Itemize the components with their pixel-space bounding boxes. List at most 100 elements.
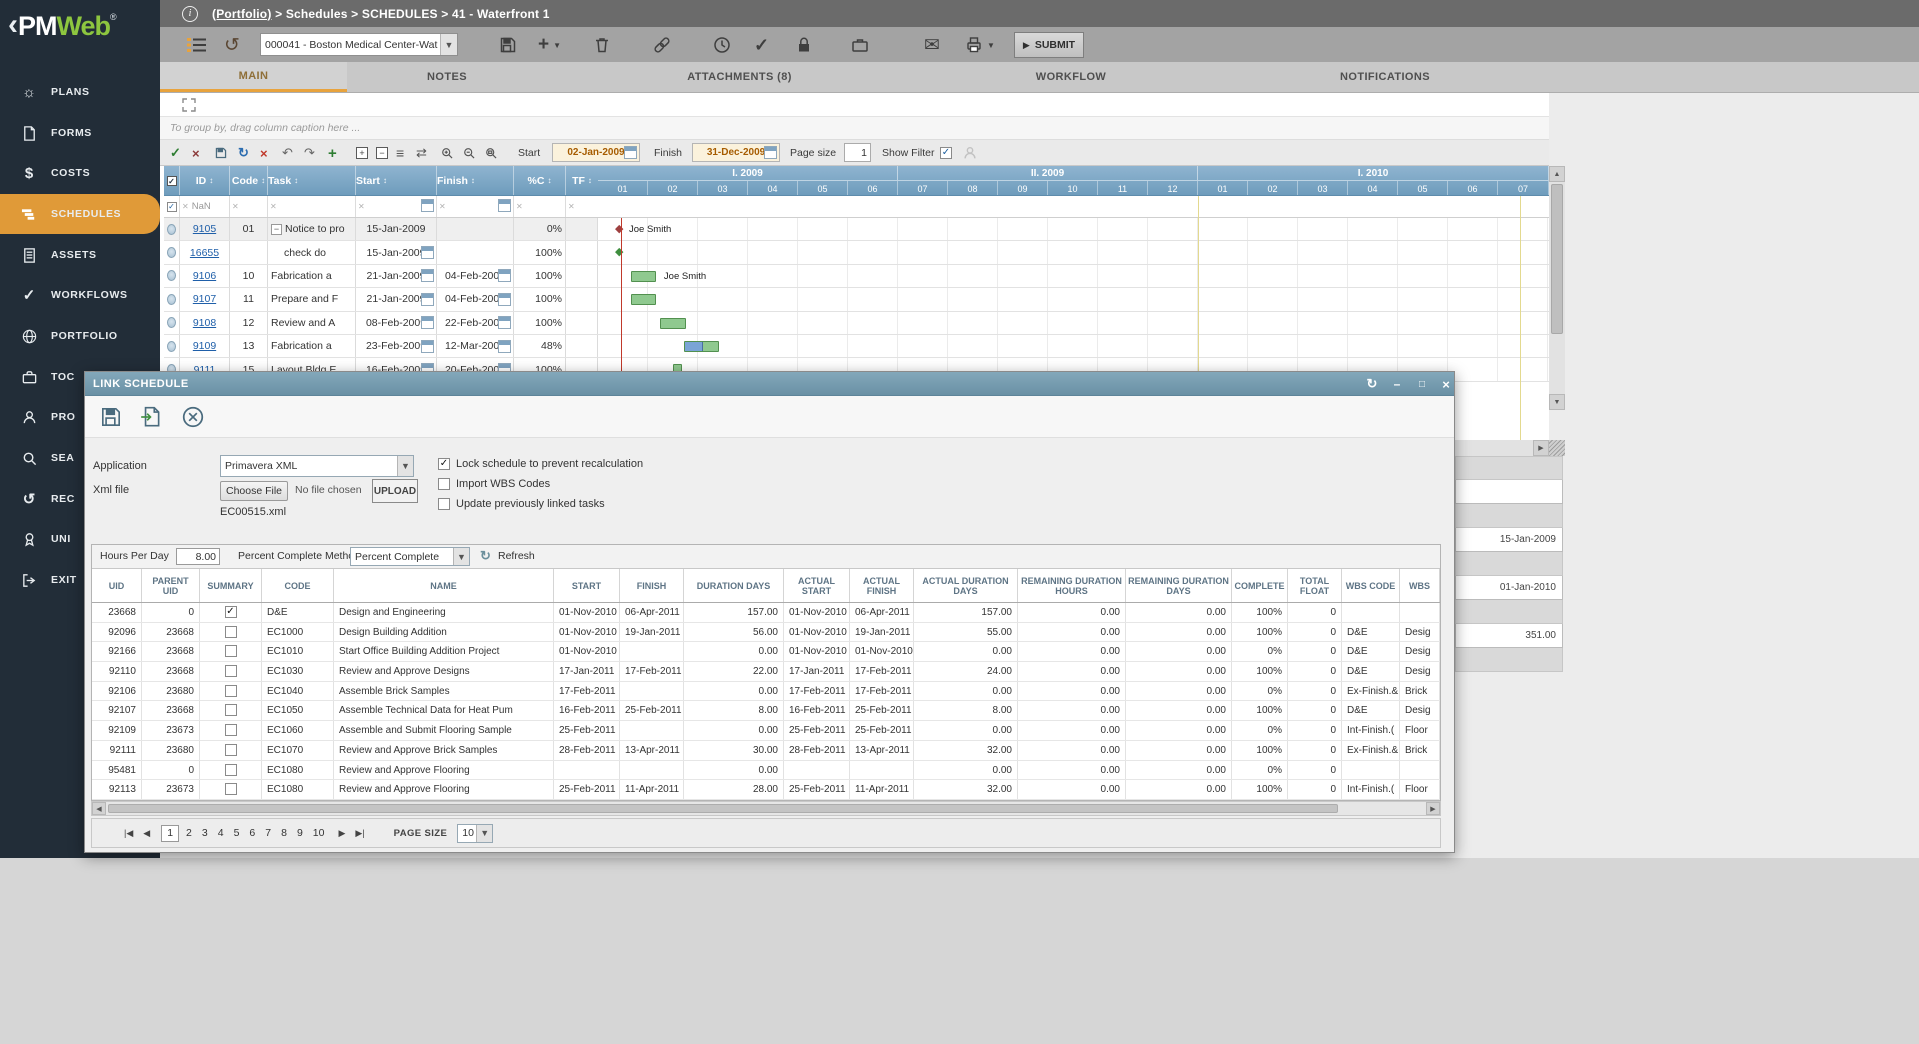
filter-checkbox[interactable]: ✓ [164,196,180,217]
clear-filter-icon[interactable]: ✕ [439,202,446,211]
task-id-link[interactable]: 9109 [193,340,216,352]
undo-icon[interactable]: ↶ [282,144,293,162]
calendar-icon[interactable] [498,269,511,282]
page-size-select[interactable]: 10 ▼ [457,824,493,843]
calendar-icon[interactable] [421,293,434,306]
sidebar-item-portfolio[interactable]: PORTFOLIO [0,316,160,356]
sidebar-item-costs[interactable]: $ COSTS [0,153,160,193]
tab-notes[interactable]: NOTES [347,62,547,92]
gantt-milestone[interactable]: ◆ [615,218,623,240]
zoom-region-icon[interactable] [484,144,498,162]
summary-checkbox[interactable]: ✓ [225,606,237,618]
record-select[interactable]: 000041 - Boston Medical Center-Wat ▼ [260,33,458,56]
save-icon[interactable] [214,144,228,162]
column-header[interactable]: ACTUAL DURATION DAYS [914,569,1018,602]
scroll-left-icon[interactable]: ◀ [92,802,106,815]
hours-per-day-input[interactable]: 8.00 [176,548,220,565]
row-handle-icon[interactable] [167,294,176,305]
lock-schedule-checkbox[interactable]: ✓Lock schedule to prevent recalculation [438,458,643,470]
page-number[interactable]: 3 [199,827,211,839]
link-schedule-row[interactable]: 9211023668EC1030Review and Approve Desig… [92,662,1440,682]
column-header[interactable]: ACTUAL START [784,569,850,602]
page-number[interactable]: 10 [310,827,328,839]
refresh-icon[interactable]: ↻ [480,549,494,563]
scroll-up-icon[interactable]: ▲ [1549,166,1565,182]
filter-tf[interactable]: ✕ [566,196,598,217]
delete-icon[interactable] [592,34,612,56]
expand-all-icon[interactable]: + [356,144,368,162]
summary-checkbox[interactable] [225,704,237,716]
link-schedule-row[interactable]: 9210623680EC1040Assemble Brick Samples17… [92,682,1440,702]
summary-checkbox[interactable] [225,764,237,776]
column-header[interactable]: PARENT UID [142,569,200,602]
submit-button[interactable]: ▶ SUBMIT [1014,32,1084,58]
task-id-link[interactable]: 9108 [193,317,216,329]
add-icon[interactable]: +▼ [538,34,561,56]
filter-code[interactable]: ✕ [230,196,268,217]
collapse-all-icon[interactable]: − [376,144,388,162]
summary-checkbox[interactable] [225,783,237,795]
page-number[interactable]: 6 [246,827,258,839]
filter-task[interactable]: ✕ [268,196,356,217]
last-page-icon[interactable]: ▶| [355,828,364,839]
scroll-down-icon[interactable]: ▼ [1549,394,1565,410]
clear-filter-icon[interactable]: ✕ [182,202,189,211]
page-size-input[interactable]: 1 [844,143,871,162]
column-header-code[interactable]: Code↕ [230,166,268,195]
calendar-icon[interactable] [498,340,511,353]
export-icon[interactable] [139,405,163,429]
first-page-icon[interactable]: |◀ [124,828,133,839]
link-icon[interactable] [652,34,672,56]
column-header[interactable]: NAME [334,569,554,602]
scroll-right-icon[interactable]: ▶ [1533,440,1549,456]
gantt-milestone[interactable]: ◆ [615,241,623,263]
page-number[interactable]: 4 [215,827,227,839]
link-schedule-row[interactable]: 9211323673EC1080Review and Approve Floor… [92,780,1440,800]
folder-icon[interactable] [850,34,870,56]
resize-grip[interactable] [1549,440,1565,456]
minimize-icon[interactable]: – [1389,376,1405,392]
column-header-finish[interactable]: Finish↕ [437,166,514,195]
accept-icon[interactable]: ✓ [170,144,181,162]
clear-filter-icon[interactable]: ✕ [232,202,239,211]
refresh-icon[interactable]: ↻ [238,144,249,162]
column-header[interactable]: WBS [1400,569,1440,602]
sidebar-item-workflows[interactable]: ✓ WORKFLOWS [0,275,160,315]
history-icon[interactable]: ↺ [224,34,240,56]
print-icon[interactable]: ▼ [964,34,995,56]
prev-page-icon[interactable]: ◀ [143,828,150,839]
row-handle-icon[interactable] [167,224,176,235]
dialog-refresh-icon[interactable]: ↻ [1364,376,1380,392]
column-header-tf[interactable]: TF↕ [566,166,598,195]
task-id-link[interactable]: 9106 [193,270,216,282]
gantt-bar[interactable] [631,271,656,282]
percent-complete-method-select[interactable]: Percent Complete ▼ [350,547,470,566]
column-header[interactable]: START [554,569,620,602]
cancel-icon[interactable]: × [192,144,200,162]
mail-icon[interactable]: ✉ [924,34,940,56]
calendar-icon[interactable] [498,199,511,212]
link-schedule-row[interactable]: 9209623668EC1000Design Building Addition… [92,623,1440,643]
column-header-start[interactable]: Start↕ [356,166,437,195]
column-header[interactable]: WBS CODE [1342,569,1400,602]
clear-filter-icon[interactable]: ✕ [516,202,523,211]
page-number[interactable]: 9 [294,827,306,839]
link-schedule-row[interactable]: 9210923673EC1060Assemble and Submit Floo… [92,721,1440,741]
next-page-icon[interactable]: ▶ [338,828,345,839]
scroll-right-icon[interactable]: ▶ [1426,802,1440,815]
tab-workflow[interactable]: WORKFLOW [932,62,1210,92]
page-number[interactable]: 1 [161,825,179,842]
calendar-icon[interactable] [421,340,434,353]
collapse-icon[interactable]: − [271,224,282,235]
dialog-title-bar[interactable]: LINK SCHEDULE ↻ – □ × [85,372,1454,396]
check-icon[interactable]: ✓ [754,34,769,56]
tab-notifications[interactable]: NOTIFICATIONS [1210,62,1560,92]
row-handle-icon[interactable] [167,317,176,328]
summary-checkbox[interactable] [225,645,237,657]
menu-list-icon[interactable] [186,34,208,56]
start-date-field[interactable]: 02-Jan-2009 [552,143,640,162]
add-row-icon[interactable]: + [328,144,337,162]
summary-checkbox[interactable] [225,685,237,697]
column-header[interactable]: COMPLETE [1232,569,1288,602]
scrollbar-thumb[interactable] [1551,184,1563,334]
